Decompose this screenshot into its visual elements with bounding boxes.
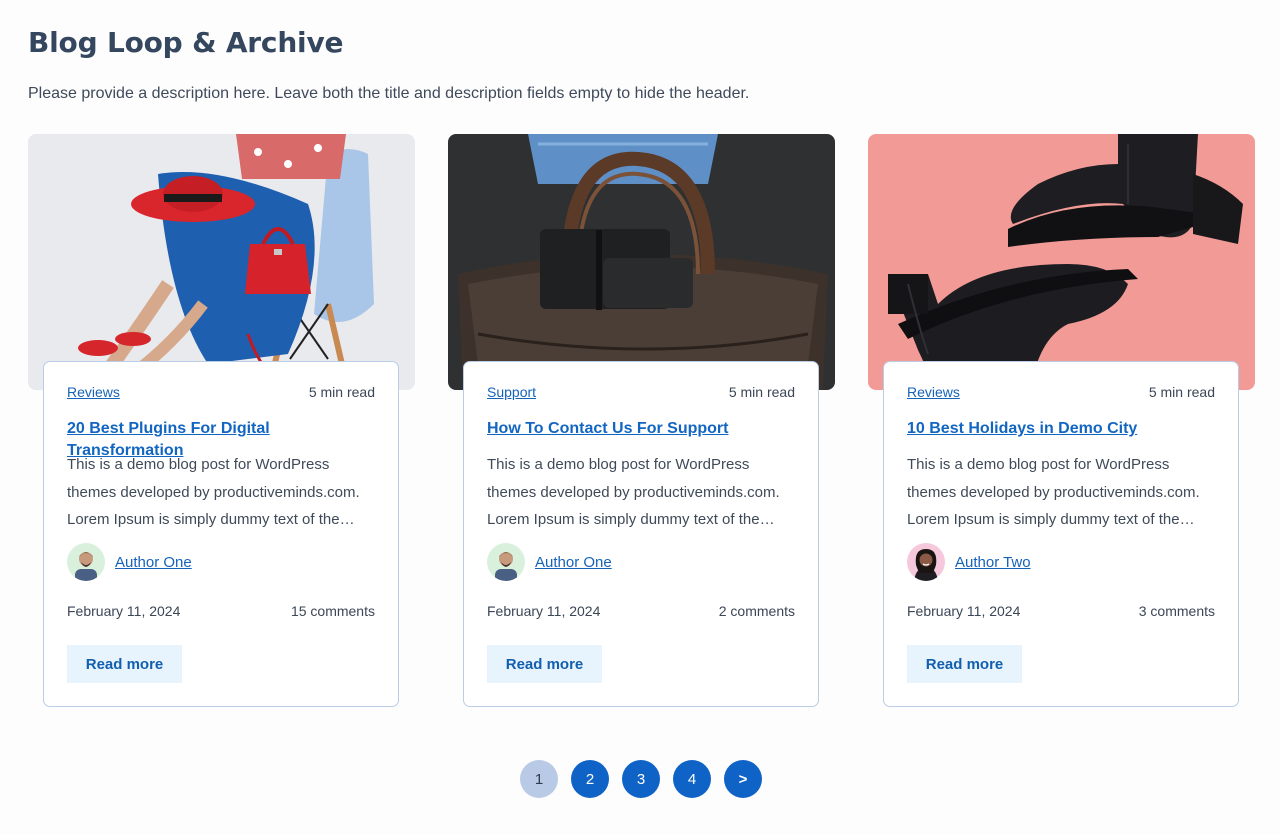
avatar-man-icon — [67, 543, 105, 581]
page-button-2[interactable]: 2 — [571, 760, 609, 798]
post-date-comments: February 11, 2024 2 comments — [487, 602, 795, 620]
page-button-4[interactable]: 4 — [673, 760, 711, 798]
post-excerpt: This is a demo blog post for WordPress t… — [67, 456, 360, 528]
author-link[interactable]: Author One — [115, 554, 192, 571]
comments-count[interactable]: 2 comments — [719, 602, 795, 620]
post-thumbnail[interactable] — [868, 134, 1255, 390]
read-time: 5 min read — [1148, 384, 1215, 400]
category-link[interactable]: Reviews — [907, 383, 960, 401]
post-card: Reviews 5 min read 20 Best Plugins For D… — [28, 134, 415, 708]
avatar-man-icon — [487, 543, 525, 581]
post-title-link[interactable]: 10 Best Holidays in Demo City — [907, 418, 1218, 440]
post-card-content: Reviews 5 min read 20 Best Plugins For D… — [43, 361, 399, 707]
page-button-3[interactable]: 3 — [622, 760, 660, 798]
post-date: February 11, 2024 — [907, 603, 1021, 619]
post-excerpt: This is a demo blog post for WordPress t… — [487, 456, 780, 528]
post-card-content: Support 5 min read How To Contact Us For… — [463, 361, 819, 707]
fashion-photo-image — [28, 134, 415, 390]
post-date-comments: February 11, 2024 15 comments — [67, 602, 375, 620]
category-link[interactable]: Reviews — [67, 383, 120, 401]
read-time: 5 min read — [728, 384, 795, 400]
post-date: February 11, 2024 — [487, 603, 601, 619]
comments-count[interactable]: 3 comments — [1139, 602, 1215, 620]
post-excerpt: This is a demo blog post for WordPress t… — [907, 456, 1200, 528]
boots-photo-image — [868, 134, 1255, 390]
bag-photo-image — [448, 134, 835, 390]
post-title-link[interactable]: How To Contact Us For Support — [487, 418, 798, 440]
page-description: Please provide a description here. Leave… — [28, 85, 750, 102]
avatar-woman-icon — [907, 543, 945, 581]
blog-archive-page: Blog Loop & Archive Please provide a des… — [0, 0, 1280, 835]
post-author: Author Two — [907, 542, 1031, 582]
comments-count[interactable]: 15 comments — [291, 602, 375, 620]
page-title: Blog Loop & Archive — [28, 26, 344, 59]
post-card: Reviews 5 min read 10 Best Holidays in D… — [868, 134, 1255, 708]
pagination: 1 2 3 4 > — [520, 760, 762, 798]
post-date: February 11, 2024 — [67, 603, 181, 619]
post-author: Author One — [67, 542, 192, 582]
next-page-button[interactable]: > — [724, 760, 762, 798]
category-link[interactable]: Support — [487, 383, 536, 401]
archive-header: Blog Loop & Archive Please provide a des… — [28, 24, 1228, 104]
post-meta: Support 5 min read — [487, 383, 795, 401]
post-card-content: Reviews 5 min read 10 Best Holidays in D… — [883, 361, 1239, 707]
post-author: Author One — [487, 542, 612, 582]
author-link[interactable]: Author One — [535, 554, 612, 571]
post-meta: Reviews 5 min read — [907, 383, 1215, 401]
author-link[interactable]: Author Two — [955, 554, 1031, 571]
post-date-comments: February 11, 2024 3 comments — [907, 602, 1215, 620]
post-card: Support 5 min read How To Contact Us For… — [448, 134, 835, 708]
page-button-1[interactable]: 1 — [520, 760, 558, 798]
read-time: 5 min read — [308, 384, 375, 400]
read-more-button[interactable]: Read more — [907, 645, 1022, 683]
read-more-button[interactable]: Read more — [487, 645, 602, 683]
post-thumbnail[interactable] — [28, 134, 415, 390]
post-thumbnail[interactable] — [448, 134, 835, 390]
post-meta: Reviews 5 min read — [67, 383, 375, 401]
read-more-button[interactable]: Read more — [67, 645, 182, 683]
